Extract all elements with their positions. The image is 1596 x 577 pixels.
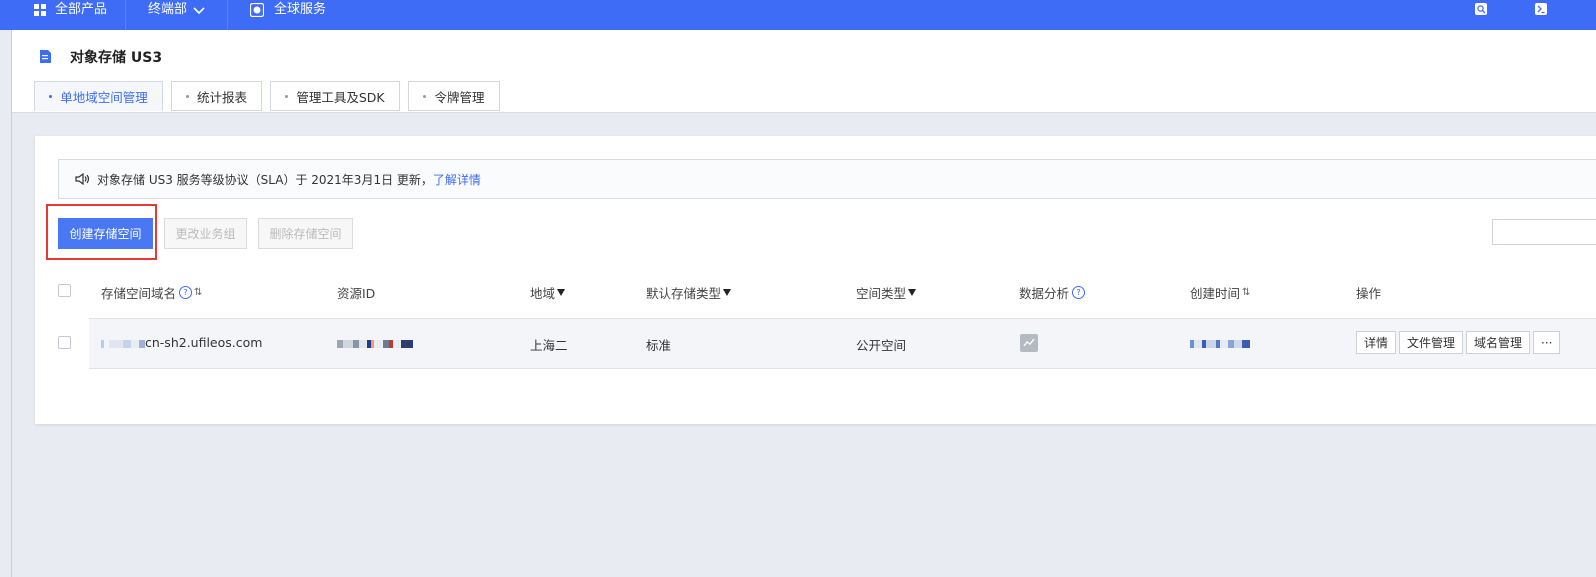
terminal-icon[interactable]: [1535, 3, 1547, 15]
top-navigation-bar: 全部产品 终端部 全球服务: [0, 0, 1596, 30]
domain-suffix: cn-sh2.ufileos.com: [145, 335, 263, 350]
all-products-menu[interactable]: 全部产品: [34, 0, 107, 31]
all-products-label: 全部产品: [55, 2, 108, 17]
search-icon[interactable]: [1475, 3, 1487, 15]
header-storage-type: 默认存储类型: [646, 283, 732, 302]
header-label: 数据分析: [1019, 286, 1070, 301]
chevron-down-icon: [193, 7, 205, 15]
terminal-label: 终端部: [148, 2, 188, 17]
globe-icon: [250, 3, 264, 17]
sort-icon[interactable]: ⇅: [1242, 287, 1250, 298]
sla-notice: 对象存储 US3 服务等级协议（SLA）于 2021年3月1日 更新， 了解详情: [58, 159, 1596, 199]
cell-region: 上海二: [530, 338, 568, 353]
header-ops: 操作: [1356, 283, 1381, 302]
learn-more-link[interactable]: 了解详情: [433, 171, 481, 188]
search-input[interactable]: [1492, 219, 1596, 245]
tab-tokens[interactable]: 令牌管理: [408, 81, 500, 111]
filter-icon[interactable]: [908, 289, 917, 296]
more-button[interactable]: ···: [1533, 331, 1561, 354]
header-created: 创建时间 ⇅: [1190, 283, 1250, 302]
notice-text: 对象存储 US3 服务等级协议（SLA）于 2021年3月1日 更新，: [97, 172, 433, 187]
tab-label: 管理工具及SDK: [296, 89, 385, 105]
header-label: 操作: [1356, 286, 1382, 301]
header-analysis: 数据分析 ?: [1019, 283, 1086, 302]
file-manage-button[interactable]: 文件管理: [1399, 331, 1464, 354]
header-domain: 存储空间域名 ? ⇅: [101, 283, 202, 302]
tab-tools-sdk[interactable]: 管理工具及SDK: [270, 81, 400, 111]
help-icon[interactable]: ?: [179, 286, 193, 299]
details-button[interactable]: 详情: [1356, 331, 1397, 354]
cell-resource-id: [337, 335, 413, 350]
change-group-button[interactable]: 更改业务组: [164, 218, 247, 249]
divider: [125, 0, 126, 30]
cell-storage-type: 标准: [646, 338, 672, 353]
grid-icon: [34, 4, 46, 16]
redacted-text: [1190, 339, 1250, 348]
header-label: 空间类型: [856, 286, 907, 301]
left-sidebar-edge: [0, 30, 12, 577]
help-icon[interactable]: ?: [1072, 286, 1086, 299]
header-resource-id: 资源ID: [337, 283, 375, 302]
filter-icon[interactable]: [723, 289, 732, 296]
highlight-box: [46, 204, 157, 260]
redacted-text: [101, 339, 145, 348]
tab-label: 令牌管理: [434, 89, 485, 105]
filter-icon[interactable]: [557, 289, 566, 296]
header-label: 默认存储类型: [646, 286, 722, 301]
tab-label: 统计报表: [196, 89, 247, 105]
row-checkbox[interactable]: [58, 336, 71, 349]
tab-statistics[interactable]: 统计报表: [171, 81, 262, 111]
header-space-type: 空间类型: [856, 283, 917, 302]
cell-space-type: 公开空间: [856, 338, 907, 353]
tab-dot: [49, 94, 53, 98]
redacted-text: [337, 339, 413, 348]
page-title: 对象存储 US3: [70, 50, 163, 66]
divider: [227, 0, 228, 30]
tab-single-region[interactable]: 单地域空间管理: [34, 81, 163, 111]
header-region: 地域: [530, 283, 566, 302]
global-services-link[interactable]: 全球服务: [250, 0, 326, 31]
header-label: 创建时间: [1190, 286, 1241, 301]
analysis-chart-icon[interactable]: [1020, 334, 1038, 352]
header-label: 资源ID: [337, 286, 376, 301]
tab-label: 单地域空间管理: [60, 89, 148, 105]
cell-created: [1190, 335, 1250, 350]
sort-icon[interactable]: ⇅: [194, 287, 202, 298]
select-all-checkbox[interactable]: [58, 284, 71, 297]
cell-domain[interactable]: cn-sh2.ufileos.com: [101, 335, 262, 350]
header-label: 地域: [530, 286, 556, 301]
tab-dot: [423, 94, 427, 98]
document-icon: [40, 50, 51, 63]
domain-manage-button[interactable]: 域名管理: [1466, 331, 1531, 354]
terminal-dropdown[interactable]: 终端部: [148, 0, 205, 31]
speaker-icon: [75, 173, 90, 185]
global-services-label: 全球服务: [274, 2, 327, 17]
header-label: 存储空间域名: [101, 286, 177, 301]
tab-dot: [185, 94, 189, 98]
tab-dot: [285, 94, 289, 98]
delete-bucket-button[interactable]: 删除存储空间: [258, 218, 353, 249]
